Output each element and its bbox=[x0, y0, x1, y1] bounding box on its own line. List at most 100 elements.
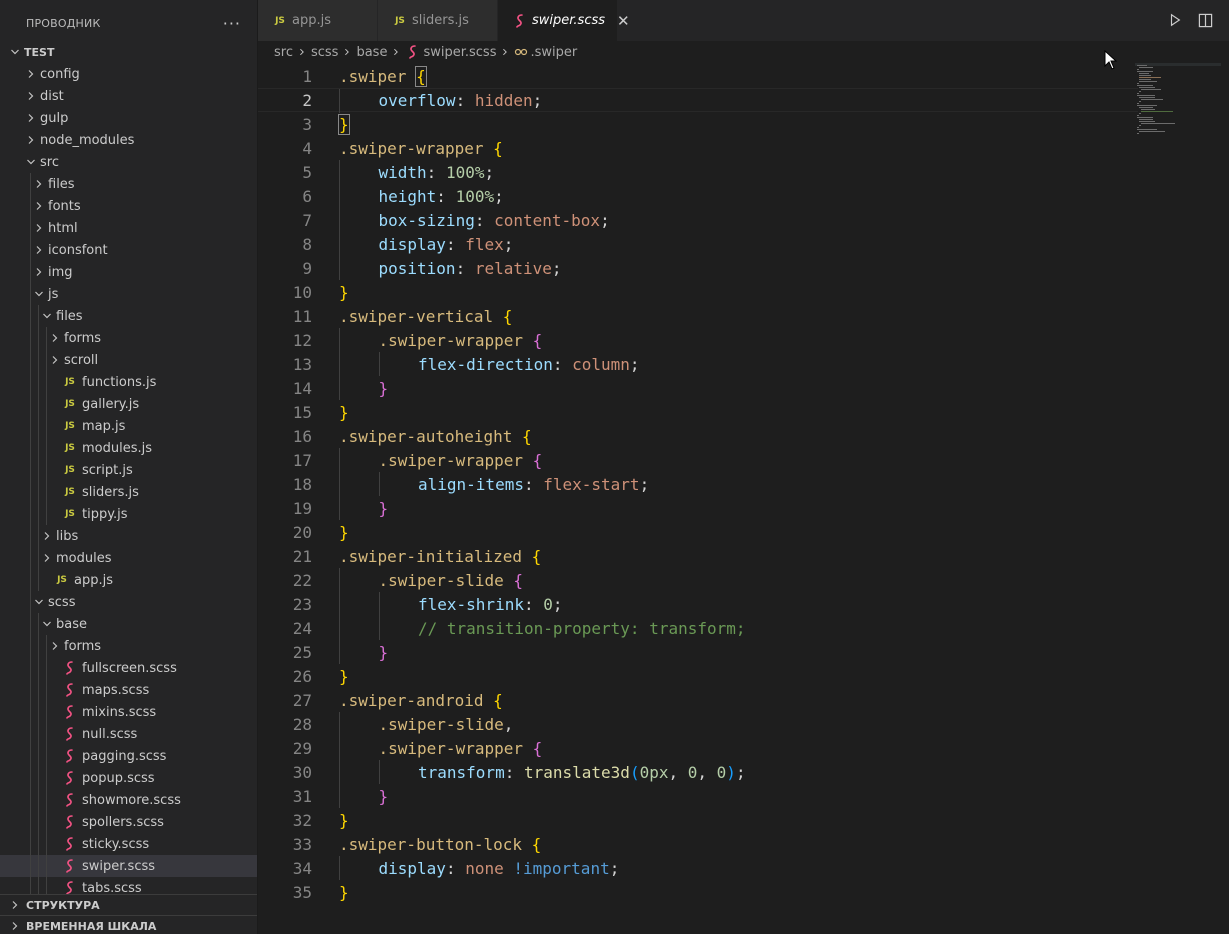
code-line[interactable]: 9 position: relative; bbox=[258, 256, 1138, 280]
tree-file[interactable]: showmore.scss bbox=[0, 789, 257, 811]
tree-folder[interactable]: js bbox=[0, 283, 257, 305]
code-line[interactable]: 24 // transition-property: transform; bbox=[258, 616, 1138, 640]
code-line[interactable]: 21 .swiper-initialized { bbox=[258, 544, 1138, 568]
tree-file[interactable]: tabs.scss bbox=[0, 877, 257, 894]
code-line[interactable]: 29 .swiper-wrapper { bbox=[258, 736, 1138, 760]
tree-file[interactable]: JS script.js bbox=[0, 459, 257, 481]
tree-folder[interactable]: scss bbox=[0, 591, 257, 613]
tree-file[interactable]: sticky.scss bbox=[0, 833, 257, 855]
code-line[interactable]: 16 .swiper-autoheight { bbox=[258, 424, 1138, 448]
close-icon[interactable]: ✕ bbox=[617, 12, 630, 30]
tree-file[interactable]: spollers.scss bbox=[0, 811, 257, 833]
tree-file[interactable]: JS functions.js bbox=[0, 371, 257, 393]
chevron-down-icon[interactable] bbox=[24, 157, 38, 167]
tree-folder[interactable]: files bbox=[0, 305, 257, 327]
tree-folder[interactable]: html bbox=[0, 217, 257, 239]
code-line[interactable]: 34 display: none !important; bbox=[258, 856, 1138, 880]
code-line[interactable]: 33 .swiper-button-lock { bbox=[258, 832, 1138, 856]
tree-file[interactable]: popup.scss bbox=[0, 767, 257, 789]
chevron-right-icon[interactable] bbox=[24, 113, 38, 123]
code-line[interactable]: 28 .swiper-slide, bbox=[258, 712, 1138, 736]
chevron-down-icon[interactable] bbox=[40, 311, 54, 321]
tree-folder[interactable]: base bbox=[0, 613, 257, 635]
tree-folder[interactable]: gulp bbox=[0, 107, 257, 129]
chevron-right-icon[interactable] bbox=[32, 201, 46, 211]
chevron-down-icon[interactable] bbox=[32, 597, 46, 607]
code-line[interactable]: 13 flex-direction: column; bbox=[258, 352, 1138, 376]
code-line[interactable]: 20} bbox=[258, 520, 1138, 544]
code-line[interactable]: 26} bbox=[258, 664, 1138, 688]
minimap[interactable] bbox=[1135, 63, 1221, 143]
chevron-down-icon[interactable] bbox=[8, 47, 22, 57]
chevron-down-icon[interactable] bbox=[32, 289, 46, 299]
code-line[interactable]: 22 .swiper-slide { bbox=[258, 568, 1138, 592]
tree-folder[interactable]: config bbox=[0, 63, 257, 85]
tree-file[interactable]: JS modules.js bbox=[0, 437, 257, 459]
tree-folder[interactable]: iconsfont bbox=[0, 239, 257, 261]
chevron-right-icon[interactable] bbox=[40, 531, 54, 541]
code-line[interactable]: 2 overflow: hidden; bbox=[258, 88, 1138, 113]
tree-folder[interactable]: modules bbox=[0, 547, 257, 569]
chevron-right-icon[interactable] bbox=[48, 333, 62, 343]
tree-folder[interactable]: TEST bbox=[0, 41, 257, 63]
code-line[interactable]: 17 .swiper-wrapper { bbox=[258, 448, 1138, 472]
code-line[interactable]: 8 display: flex; bbox=[258, 232, 1138, 256]
tree-file[interactable]: JS map.js bbox=[0, 415, 257, 437]
breadcrumb-item[interactable]: scss bbox=[311, 45, 338, 60]
tree-file[interactable]: JS app.js bbox=[0, 569, 257, 591]
tree-file[interactable]: fullscreen.scss bbox=[0, 657, 257, 679]
tree-folder[interactable]: img bbox=[0, 261, 257, 283]
breadcrumb-item[interactable]: src bbox=[274, 45, 293, 60]
editor-tab[interactable]: JS sliders.js bbox=[378, 0, 498, 41]
tree-file[interactable]: mixins.scss bbox=[0, 701, 257, 723]
play-icon[interactable] bbox=[1167, 12, 1183, 28]
tree-folder[interactable]: scroll bbox=[0, 349, 257, 371]
chevron-down-icon[interactable] bbox=[40, 619, 54, 629]
code-line[interactable]: 12 .swiper-wrapper { bbox=[258, 328, 1138, 352]
split-editor-icon[interactable] bbox=[1197, 12, 1213, 28]
breadcrumb-file[interactable]: swiper.scss bbox=[423, 45, 496, 60]
code-line[interactable]: 11 .swiper-vertical { bbox=[258, 304, 1138, 328]
code-line[interactable]: 10} bbox=[258, 280, 1138, 304]
chevron-right-icon[interactable] bbox=[32, 223, 46, 233]
tree-file[interactable]: swiper.scss bbox=[0, 855, 257, 877]
tree-folder[interactable]: forms bbox=[0, 635, 257, 657]
tree-file[interactable]: pagging.scss bbox=[0, 745, 257, 767]
code-editor[interactable]: 1 .swiper {2 overflow: hidden; 3} 4 .swiper-w… bbox=[258, 63, 1229, 934]
chevron-right-icon[interactable] bbox=[24, 69, 38, 79]
code-line[interactable]: 25} bbox=[258, 640, 1138, 664]
breadcrumb-symbol[interactable]: .swiper bbox=[530, 45, 577, 60]
code-line[interactable]: 18 align-items: flex-start; bbox=[258, 472, 1138, 496]
code-line[interactable]: 1 .swiper { bbox=[258, 64, 1138, 88]
tree-file[interactable]: maps.scss bbox=[0, 679, 257, 701]
chevron-right-icon[interactable] bbox=[48, 641, 62, 651]
code-line[interactable]: 6 height: 100%; bbox=[258, 184, 1138, 208]
panel-header[interactable]: ВРЕМЕННАЯ ШКАЛА bbox=[0, 916, 257, 934]
code-line[interactable]: 27 .swiper-android { bbox=[258, 688, 1138, 712]
code-line[interactable]: 32} bbox=[258, 808, 1138, 832]
chevron-right-icon[interactable] bbox=[32, 245, 46, 255]
chevron-right-icon[interactable] bbox=[32, 179, 46, 189]
code-line[interactable]: 23 flex-shrink: 0; bbox=[258, 592, 1138, 616]
chevron-right-icon[interactable] bbox=[40, 553, 54, 563]
panel-header[interactable]: СТРУКТУРА bbox=[0, 895, 257, 916]
code-line[interactable]: 4 .swiper-wrapper { bbox=[258, 136, 1138, 160]
code-line[interactable]: 3} bbox=[258, 112, 1138, 136]
tree-folder[interactable]: node_modules bbox=[0, 129, 257, 151]
code-line[interactable]: 5 width: 100%; bbox=[258, 160, 1138, 184]
chevron-right-icon[interactable] bbox=[32, 267, 46, 277]
tree-file[interactable]: JS gallery.js bbox=[0, 393, 257, 415]
tree-folder[interactable]: forms bbox=[0, 327, 257, 349]
code-line[interactable]: 31} bbox=[258, 784, 1138, 808]
tree-folder[interactable]: src bbox=[0, 151, 257, 173]
editor-tab[interactable]: swiper.scss ✕ bbox=[498, 0, 630, 41]
tree-folder[interactable]: libs bbox=[0, 525, 257, 547]
tree-folder[interactable]: fonts bbox=[0, 195, 257, 217]
code-line[interactable]: 14} bbox=[258, 376, 1138, 400]
ellipsis-icon[interactable]: ··· bbox=[223, 14, 241, 33]
chevron-right-icon[interactable] bbox=[48, 355, 62, 365]
code-line[interactable]: 15} bbox=[258, 400, 1138, 424]
code-line[interactable]: 30 transform: translate3d(0px, 0, 0); bbox=[258, 760, 1138, 784]
chevron-right-icon[interactable] bbox=[24, 91, 38, 101]
chevron-right-icon[interactable] bbox=[24, 135, 38, 145]
